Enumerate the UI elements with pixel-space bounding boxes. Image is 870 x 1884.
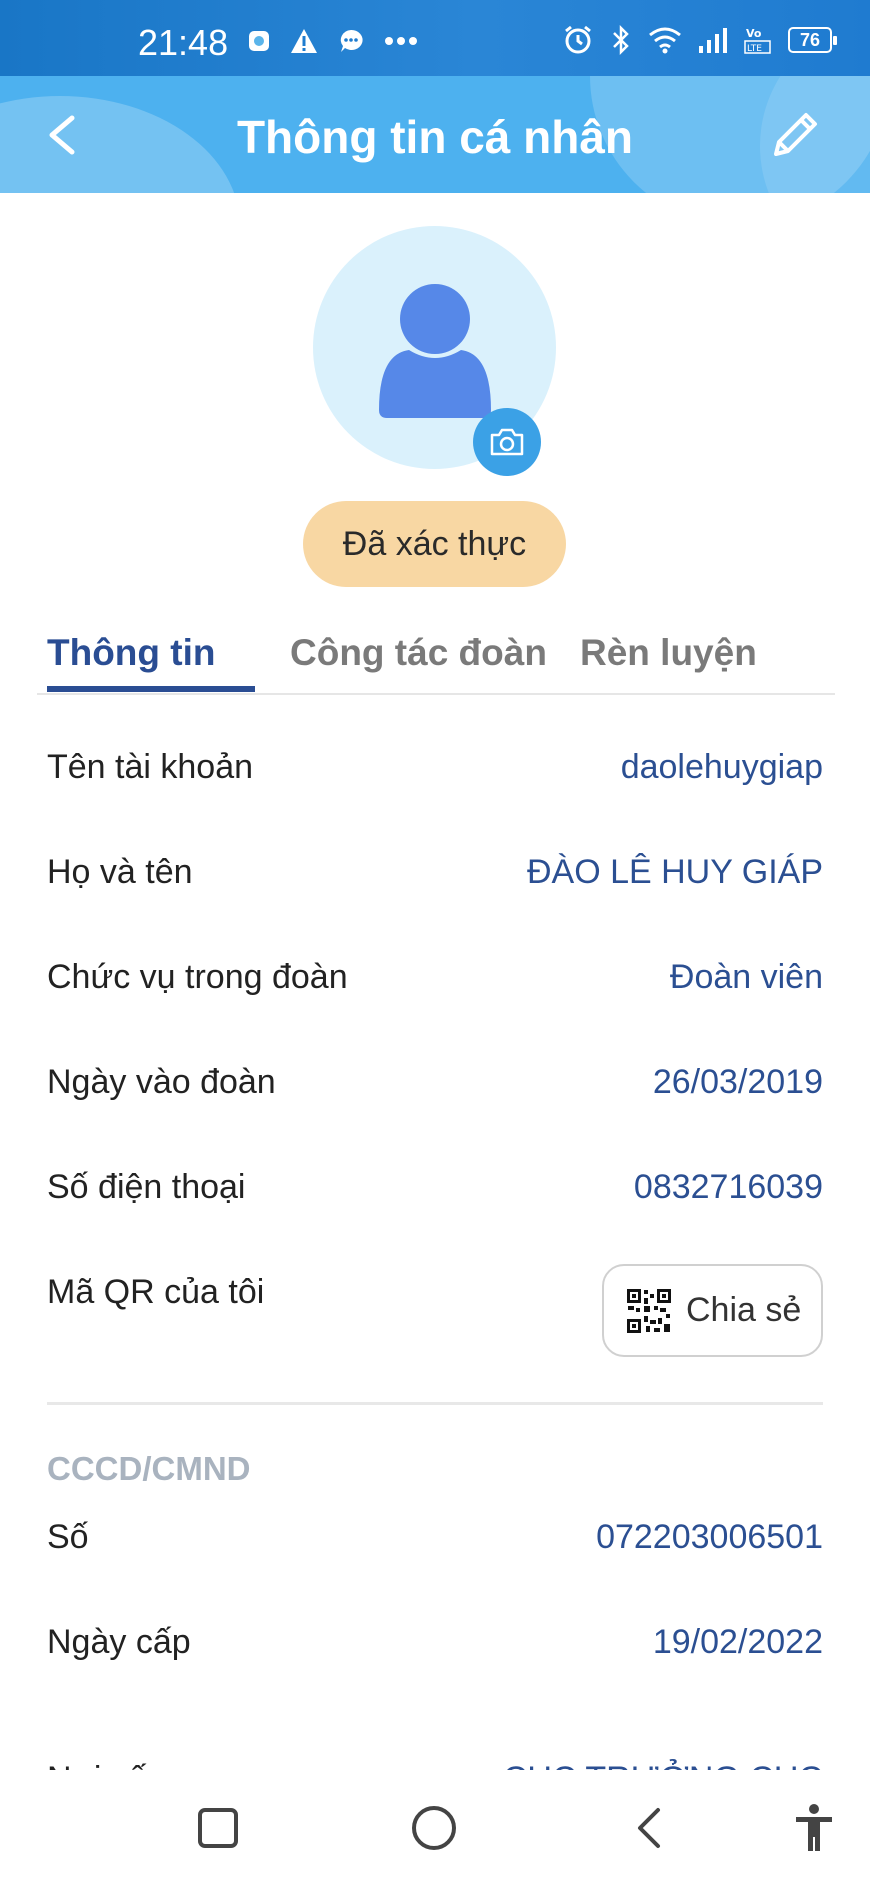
- row-fullname: Họ và tên ĐÀO LÊ HUY GIÁP: [47, 845, 823, 905]
- tab-union-work[interactable]: Công tác đoàn: [290, 632, 547, 674]
- pencil-icon: [774, 113, 817, 156]
- accessibility-icon: [796, 1804, 832, 1851]
- row-issue-date: Ngày cấp 19/02/2022: [47, 1615, 823, 1675]
- tab-bar: Thông tin Công tác đoàn Rèn luyện: [47, 620, 834, 694]
- position-value: Đoàn viên: [669, 958, 823, 996]
- page-title: Thông tin cá nhân: [236, 111, 634, 163]
- circle-icon: [412, 1806, 456, 1850]
- app-header: Thông tin cá nhân: [0, 76, 870, 193]
- alarm-icon: [562, 24, 594, 56]
- system-nav-bar: [0, 1770, 870, 1884]
- more-dots-icon: [384, 36, 418, 46]
- warning-icon: [290, 28, 318, 54]
- status-time: 21:48: [138, 22, 229, 63]
- signal-icon: [698, 26, 728, 54]
- verified-badge: Đã xác thực: [303, 501, 566, 587]
- id-number-label: Số: [47, 1518, 89, 1556]
- section-divider: [47, 1402, 823, 1405]
- recents-button[interactable]: [190, 1800, 246, 1856]
- row-id-number: Số 072203006501: [47, 1510, 823, 1570]
- svg-text:Vo: Vo: [746, 27, 762, 40]
- username-value: daolehuygiap: [620, 748, 823, 786]
- id-card-section-title: CCCD/CMND: [47, 1450, 251, 1487]
- join-date-label: Ngày vào đoàn: [47, 1063, 276, 1101]
- share-qr-button[interactable]: Chia sẻ: [602, 1264, 823, 1357]
- row-username: Tên tài khoản daolehuygiap: [47, 740, 823, 800]
- tabs-divider: [37, 693, 835, 695]
- phone-value: 0832716039: [633, 1168, 823, 1206]
- position-label: Chức vụ trong đoàn: [47, 958, 348, 996]
- svg-text:LTE: LTE: [747, 44, 762, 54]
- join-date-value: 26/03/2019: [652, 1063, 823, 1101]
- active-tab-indicator: [47, 686, 255, 692]
- chat-bubble-icon: [338, 28, 364, 54]
- bluetooth-icon: [610, 24, 632, 56]
- status-icons-right: Vo LTE 76: [562, 24, 837, 56]
- fullname-label: Họ và tên: [47, 853, 193, 891]
- square-icon: [198, 1808, 238, 1848]
- nav-back-button[interactable]: [622, 1800, 678, 1856]
- issue-date-value: 19/02/2022: [652, 1623, 823, 1661]
- app-notification-icon: [248, 30, 270, 52]
- tab-info[interactable]: Thông tin: [47, 632, 216, 674]
- row-phone: Số điện thoại 0832716039: [47, 1160, 823, 1220]
- battery-icon: 76: [788, 27, 837, 53]
- status-bar: 21:48 Vo LTE 76: [0, 0, 870, 76]
- edit-button[interactable]: [766, 106, 824, 164]
- row-position: Chức vụ trong đoàn Đoàn viên: [47, 950, 823, 1010]
- id-number-value: 072203006501: [596, 1518, 823, 1556]
- wifi-icon: [648, 26, 682, 54]
- phone-label: Số điện thoại: [47, 1168, 246, 1206]
- share-label: Chia sẻ: [686, 1291, 802, 1329]
- tab-training[interactable]: Rèn luyện: [580, 632, 757, 674]
- camera-icon: [490, 428, 524, 456]
- volte-icon: Vo LTE: [744, 25, 772, 55]
- status-icons-left: [248, 28, 418, 54]
- row-join-date: Ngày vào đoàn 26/03/2019: [47, 1055, 823, 1115]
- accessibility-button[interactable]: [786, 1800, 842, 1856]
- qr-code-icon: [627, 1288, 671, 1333]
- fullname-value: ĐÀO LÊ HUY GIÁP: [526, 853, 823, 891]
- username-label: Tên tài khoản: [47, 748, 254, 786]
- change-avatar-button[interactable]: [473, 408, 541, 476]
- issue-date-label: Ngày cấp: [47, 1623, 191, 1661]
- home-button[interactable]: [406, 1800, 462, 1856]
- back-triangle-icon: [638, 1808, 660, 1848]
- qr-label: Mã QR của tôi: [47, 1273, 265, 1311]
